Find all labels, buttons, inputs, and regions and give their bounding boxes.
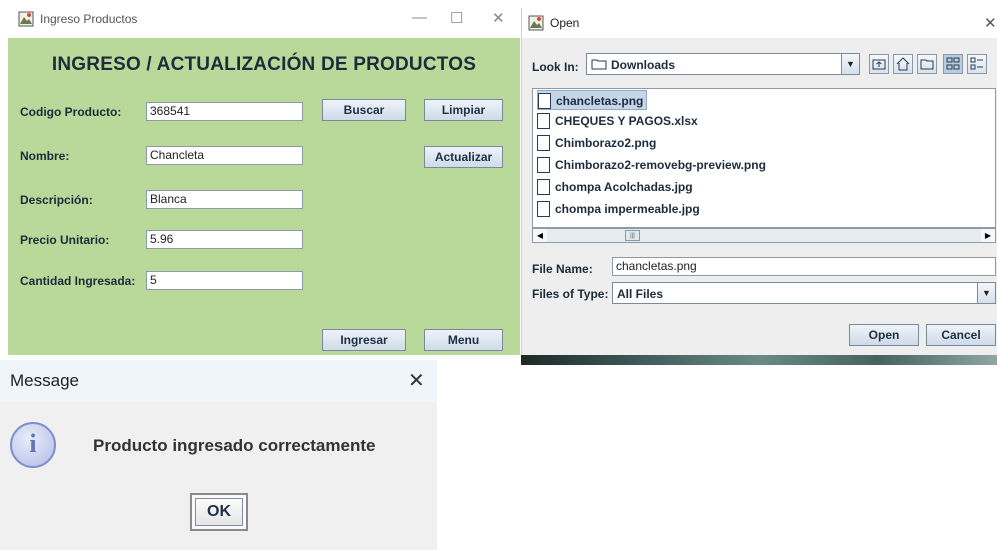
list-item[interactable]: Chimborazo2-removebg-preview.png (537, 155, 766, 175)
cancel-button[interactable]: Cancel (926, 324, 996, 346)
desktop-background (521, 355, 997, 365)
nombre-label: Nombre: (20, 149, 70, 163)
minimize-button[interactable]: — (412, 9, 427, 26)
file-icon (537, 112, 550, 129)
message-titlebar: Message ✕ (0, 360, 437, 402)
message-dialog: Message ✕ i Producto ingresado correctam… (0, 360, 437, 550)
ingreso-productos-window: Ingreso Productos — ☐ ✕ INGRESO / ACTUAL… (8, 0, 520, 355)
chevron-down-icon[interactable]: ▼ (841, 54, 859, 74)
file-icon (537, 178, 550, 195)
new-folder-icon[interactable] (917, 54, 937, 74)
close-button[interactable]: ✕ (408, 368, 425, 393)
file-icon (537, 200, 550, 217)
scroll-left-icon[interactable]: ◀ (533, 229, 547, 242)
file-name-field[interactable]: chancletas.png (612, 257, 996, 276)
open-button[interactable]: Open (849, 324, 919, 346)
file-icon (537, 156, 550, 173)
list-item[interactable]: CHEQUES Y PAGOS.xlsx (537, 111, 698, 131)
menu-button[interactable]: Menu (424, 329, 503, 351)
list-item[interactable]: Chimborazo2.png (537, 133, 656, 153)
dialog-title: Open (550, 16, 580, 30)
precio-label: Precio Unitario: (20, 233, 110, 247)
limpiar-button[interactable]: Limpiar (424, 99, 503, 121)
list-item[interactable]: chancletas.png (537, 90, 648, 110)
list-item[interactable]: chompa Acolchadas.jpg (537, 177, 693, 197)
file-icon (538, 92, 551, 109)
scroll-thumb[interactable]: ||| (625, 230, 640, 241)
java-app-icon (18, 11, 34, 27)
message-title: Message (10, 371, 79, 390)
maximize-button[interactable]: ☐ (450, 9, 463, 27)
file-icon (537, 134, 550, 151)
home-icon[interactable] (893, 54, 913, 74)
precio-field[interactable]: 5.96 (146, 230, 303, 249)
files-of-type-label: Files of Type: (532, 287, 609, 301)
ingresar-button[interactable]: Ingresar (322, 329, 406, 351)
message-text: Producto ingresado correctamente (93, 436, 376, 455)
info-icon: i (10, 422, 56, 468)
buscar-button[interactable]: Buscar (322, 99, 406, 121)
descripcion-label: Descripción: (20, 193, 93, 207)
descripcion-field[interactable]: Blanca (146, 190, 303, 209)
details-view-icon[interactable] (967, 54, 987, 74)
list-view-icon[interactable] (943, 54, 963, 74)
ok-button[interactable]: OK (190, 493, 248, 531)
look-in-combo[interactable]: Downloads ▼ (586, 53, 860, 75)
open-file-dialog: Open ✕ Look In: Downloads ▼ chancletas.p… (521, 8, 997, 356)
list-item[interactable]: chompa impermeable.jpg (537, 199, 700, 219)
horizontal-scrollbar[interactable]: ◀ ||| ▶ (532, 228, 996, 243)
scroll-right-icon[interactable]: ▶ (981, 229, 995, 242)
up-folder-icon[interactable] (869, 54, 889, 74)
java-app-icon (528, 15, 544, 31)
look-in-label: Look In: (532, 60, 579, 74)
nombre-field[interactable]: Chancleta (146, 146, 303, 165)
codigo-field[interactable]: 368541 (146, 102, 303, 121)
files-of-type-value: All Files (617, 287, 664, 301)
close-button[interactable]: ✕ (492, 9, 505, 27)
cantidad-label: Cantidad Ingresada: (20, 274, 136, 288)
actualizar-button[interactable]: Actualizar (424, 146, 503, 168)
close-button[interactable]: ✕ (984, 14, 997, 32)
page-heading: INGRESO / ACTUALIZACIÓN DE PRODUCTOS (51, 54, 477, 75)
file-name-label: File Name: (532, 262, 593, 276)
folder-icon (591, 59, 607, 70)
look-in-value: Downloads (611, 58, 676, 72)
files-of-type-combo[interactable]: All Files ▼ (612, 282, 996, 304)
codigo-label: Codigo Producto: (20, 105, 122, 119)
cantidad-field[interactable]: 5 (146, 271, 303, 290)
window-titlebar: Ingreso Productos — ☐ ✕ (8, 0, 520, 38)
window-title: Ingreso Productos (40, 12, 138, 26)
chevron-down-icon[interactable]: ▼ (977, 283, 995, 303)
file-list[interactable]: chancletas.png CHEQUES Y PAGOS.xlsx Chim… (532, 88, 996, 228)
dialog-titlebar: Open ✕ (522, 8, 997, 38)
